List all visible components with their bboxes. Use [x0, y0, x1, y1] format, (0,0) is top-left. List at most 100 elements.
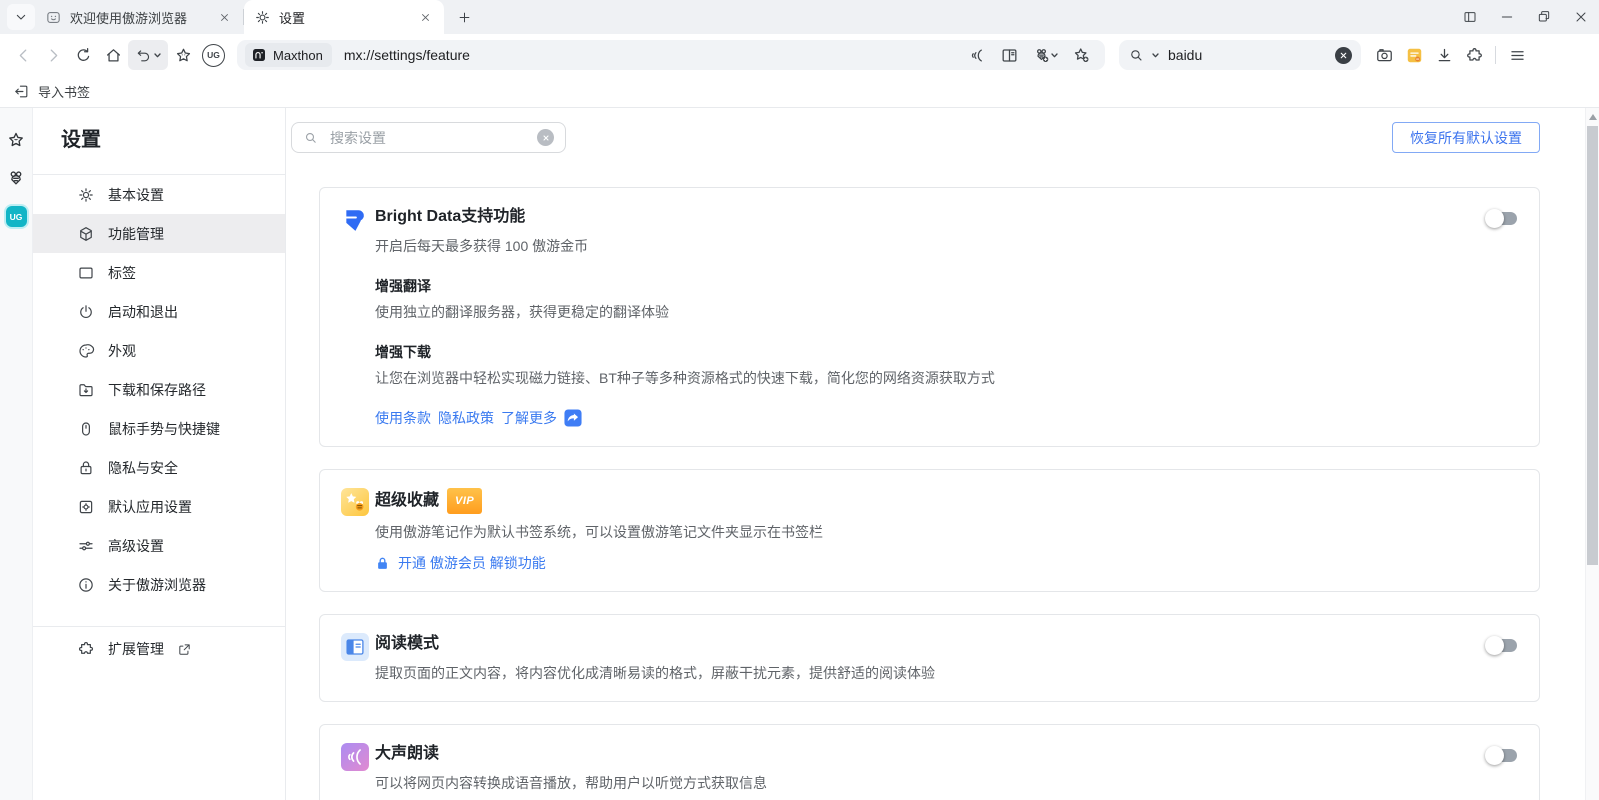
- scroll-up-arrow-icon[interactable]: [1589, 114, 1597, 120]
- smiley-monitor-icon: [45, 9, 62, 26]
- gear-icon: [254, 9, 271, 26]
- search-icon: [303, 130, 319, 146]
- settings-search-box[interactable]: [291, 122, 566, 153]
- address-bar-actions: [961, 42, 1097, 68]
- power-icon: [77, 303, 95, 321]
- ug-label: UG: [207, 50, 220, 60]
- nav-item-about[interactable]: 关于傲游浏览器: [33, 565, 285, 604]
- notes-button[interactable]: [1399, 40, 1429, 70]
- read-aloud-toggle[interactable]: [1488, 749, 1517, 762]
- clear-search-icon[interactable]: [537, 129, 554, 146]
- scrollbar-thumb[interactable]: [1587, 126, 1598, 565]
- section-heading: 增强翻译: [375, 276, 1479, 296]
- nav-item-advanced[interactable]: 高级设置: [33, 526, 285, 565]
- plus-icon: [457, 10, 472, 25]
- learn-more-link[interactable]: 了解更多: [501, 408, 557, 428]
- reader-mode-button[interactable]: [993, 42, 1025, 68]
- tab-welcome[interactable]: 欢迎使用傲游浏览器: [35, 0, 243, 34]
- nav-label: 基本设置: [108, 185, 164, 205]
- close-tab-icon[interactable]: [215, 8, 233, 26]
- restore-button[interactable]: [1525, 0, 1562, 34]
- nav-item-basic-settings[interactable]: 基本设置: [33, 175, 285, 214]
- split-layout-icon: [1462, 9, 1478, 25]
- reload-button[interactable]: [68, 40, 98, 70]
- bee-notes-icon[interactable]: [6, 168, 26, 188]
- lock-icon: [77, 459, 95, 477]
- undo-icon: [135, 47, 152, 64]
- external-link-icon: [177, 642, 192, 657]
- close-window-button[interactable]: [1562, 0, 1599, 34]
- home-button[interactable]: [98, 40, 128, 70]
- card-text: 可以将网页内容转换成语音播放，帮助用户以听觉方式获取信息: [375, 773, 1479, 793]
- restore-defaults-button[interactable]: 恢复所有默认设置: [1392, 122, 1540, 153]
- nav-item-downloads-path[interactable]: 下载和保存路径: [33, 370, 285, 409]
- tab-settings[interactable]: 设置: [244, 0, 444, 34]
- screenshot-button[interactable]: [1369, 40, 1399, 70]
- bookmarks-bar: 导入书签: [0, 76, 1599, 108]
- import-bookmarks-button[interactable]: 导入书签: [38, 82, 90, 101]
- nav-item-startup-exit[interactable]: 启动和退出: [33, 292, 285, 331]
- ug-account-button[interactable]: UG: [202, 44, 225, 67]
- tab-list-chevron-button[interactable]: [7, 4, 35, 30]
- nav-label: 功能管理: [108, 224, 164, 244]
- card-read-aloud: 大声朗读 可以将网页内容转换成语音播放，帮助用户以听觉方式获取信息: [319, 724, 1540, 800]
- url-text[interactable]: mx://settings/feature: [344, 47, 470, 63]
- chevron-down-icon: [154, 53, 161, 58]
- quick-search-box[interactable]: [1119, 40, 1361, 70]
- ug-user-avatar[interactable]: UG: [6, 206, 27, 227]
- nav-item-privacy-security[interactable]: 隐私与安全: [33, 448, 285, 487]
- card-title-text: 阅读模式: [375, 633, 439, 655]
- nav-item-feature-management[interactable]: 功能管理: [33, 214, 285, 253]
- read-aloud-button[interactable]: [961, 42, 993, 68]
- privacy-link[interactable]: 隐私政策: [438, 408, 494, 428]
- favorites-star-icon[interactable]: [6, 130, 26, 150]
- card-title: 大声朗读: [375, 743, 1479, 765]
- site-brand-chip[interactable]: Maxthon: [245, 43, 332, 67]
- downloads-button[interactable]: [1429, 40, 1459, 70]
- card-links: 使用条款 隐私政策 了解更多: [375, 408, 1479, 428]
- card-title-text: 超级收藏: [375, 490, 439, 512]
- translate-bee-button[interactable]: [1025, 42, 1065, 68]
- card-subtitle: 开启后每天最多获得 100 傲游金币: [375, 236, 1479, 256]
- nav-item-tabs[interactable]: 标签: [33, 253, 285, 292]
- close-tab-icon[interactable]: [416, 8, 434, 26]
- reader-book-icon: [1000, 46, 1019, 65]
- browser-toolbar: UG Maxthon mx://settings/feature: [0, 34, 1599, 76]
- nav-label: 下载和保存路径: [108, 380, 206, 400]
- unlock-vip-link[interactable]: 开通 傲游会员 解锁功能: [398, 553, 546, 573]
- undo-button[interactable]: [128, 40, 168, 70]
- add-favorite-button[interactable]: [1065, 42, 1097, 68]
- nav-label: 鼠标手势与快捷键: [108, 419, 220, 439]
- nav-item-extensions[interactable]: 扩展管理: [33, 627, 285, 671]
- menu-button[interactable]: [1502, 40, 1532, 70]
- forward-button[interactable]: [38, 40, 68, 70]
- restore-icon: [1536, 9, 1552, 25]
- vip-badge: VIP: [447, 488, 482, 514]
- back-button[interactable]: [8, 40, 38, 70]
- puzzle-icon: [1465, 46, 1484, 65]
- bright-data-toggle[interactable]: [1488, 212, 1517, 225]
- new-tab-button[interactable]: [450, 3, 478, 31]
- side-toolbar: UG: [0, 108, 33, 800]
- settings-search-input[interactable]: [328, 129, 528, 147]
- split-screen-button[interactable]: [1451, 0, 1488, 34]
- address-bar[interactable]: Maxthon mx://settings/feature: [237, 40, 1105, 70]
- extensions-button[interactable]: [1459, 40, 1489, 70]
- nav-item-appearance[interactable]: 外观: [33, 331, 285, 370]
- favorite-star-button[interactable]: [168, 40, 198, 70]
- hamburger-menu-icon: [1508, 46, 1527, 65]
- nav-label: 扩展管理: [108, 639, 164, 659]
- nav-item-default-apps[interactable]: 默认应用设置: [33, 487, 285, 526]
- share-arrow-icon[interactable]: [564, 409, 582, 427]
- nav-item-mouse-gestures[interactable]: 鼠标手势与快捷键: [33, 409, 285, 448]
- reader-mode-toggle[interactable]: [1488, 639, 1517, 652]
- quick-search-input[interactable]: [1166, 46, 1328, 64]
- card-text: 使用傲游笔记作为默认书签系统，可以设置傲游笔记文件夹显示在书签栏: [375, 522, 1479, 542]
- card-super-favorites: 超级收藏 VIP 使用傲游笔记作为默认书签系统，可以设置傲游笔记文件夹显示在书签…: [319, 469, 1540, 592]
- forward-icon: [44, 46, 63, 65]
- minimize-button[interactable]: [1488, 0, 1525, 34]
- super-favorites-icon: [341, 488, 369, 516]
- page-scrollbar[interactable]: [1585, 108, 1599, 800]
- terms-link[interactable]: 使用条款: [375, 408, 431, 428]
- clear-search-icon[interactable]: [1335, 47, 1352, 64]
